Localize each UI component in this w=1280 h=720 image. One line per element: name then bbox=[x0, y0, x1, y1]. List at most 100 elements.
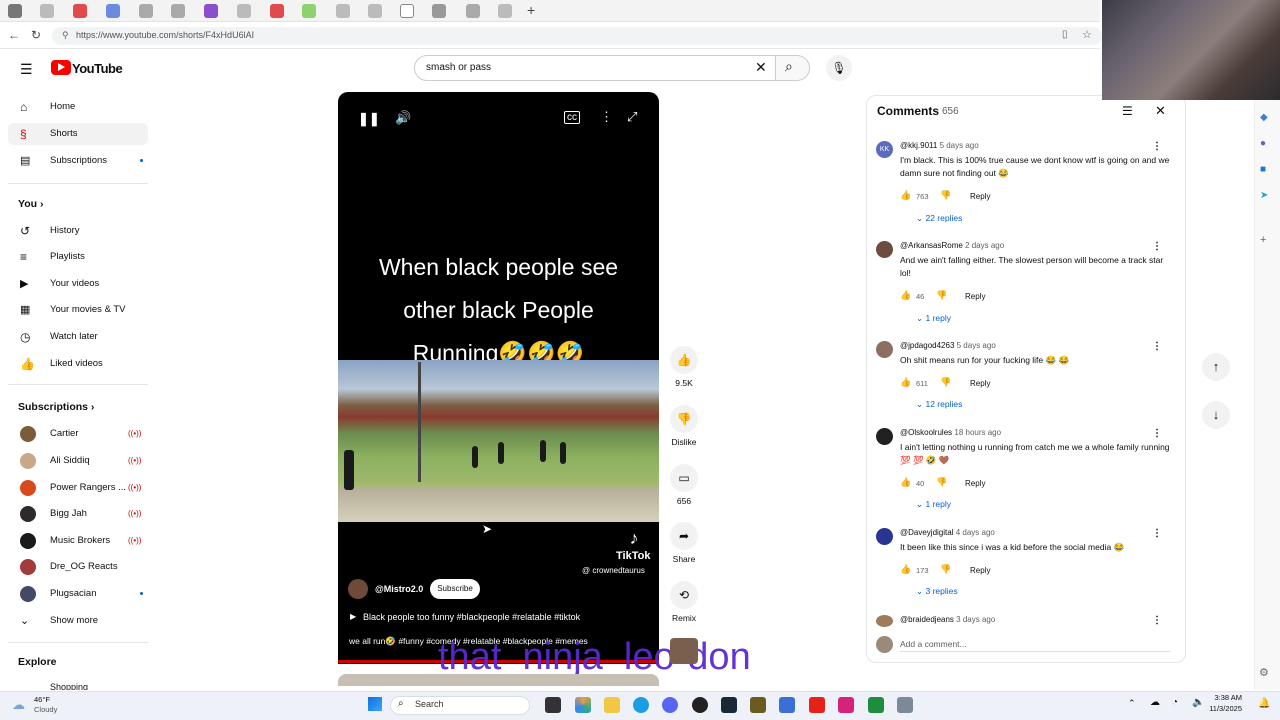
outlook-icon[interactable]: ■ bbox=[1260, 164, 1266, 175]
sidebar-item-home[interactable]: ⌂ Home bbox=[8, 96, 148, 118]
sidebar-sub-dre-og-reacts[interactable]: Dre_OG Reacts bbox=[8, 556, 148, 578]
sidebar-sub-bigg-jah[interactable]: Bigg Jah ((•)) bbox=[8, 503, 148, 525]
reader-icon[interactable]: ▯ bbox=[1062, 29, 1068, 40]
avatar[interactable] bbox=[876, 528, 893, 545]
previous-short-button[interactable]: ↑ bbox=[1202, 353, 1230, 381]
thumbs-down-icon[interactable]: 👎 bbox=[940, 190, 951, 201]
comments-button[interactable]: ▭ 656 bbox=[669, 464, 699, 506]
subscriptions-heading[interactable]: Subscriptions › bbox=[18, 401, 94, 413]
more-options-icon[interactable]: ⋮ bbox=[1152, 141, 1162, 152]
favorite-icon[interactable]: ☆ bbox=[1082, 28, 1092, 41]
refresh-icon[interactable]: ↻ bbox=[31, 28, 41, 42]
more-options-icon[interactable]: ⋮ bbox=[1152, 428, 1162, 439]
clock-date[interactable]: 11/3/2025 bbox=[1206, 704, 1242, 713]
tab-icon[interactable] bbox=[270, 4, 284, 18]
tray-chevron-icon[interactable]: ⌃ bbox=[1128, 698, 1136, 709]
tab-icon[interactable] bbox=[432, 4, 446, 18]
sidebar-sub-power-rangers[interactable]: Power Rangers ... ((•)) bbox=[8, 477, 148, 499]
speaker-tab-icon[interactable] bbox=[400, 4, 414, 18]
voice-search-icon[interactable]: 🎙 bbox=[826, 55, 852, 81]
copilot-icon[interactable]: ◆ bbox=[1260, 112, 1268, 123]
tab-icon[interactable] bbox=[139, 4, 153, 18]
sidebar-item-shopping[interactable]: Shopping bbox=[50, 682, 88, 690]
site-info-icon[interactable]: ⚲ bbox=[62, 30, 69, 41]
onedrive-icon[interactable]: ☁ bbox=[1150, 697, 1160, 708]
menu-icon[interactable]: ☰ bbox=[20, 61, 33, 78]
channel-name[interactable]: @Mistro2.0 bbox=[375, 584, 423, 594]
sidebar-sub-music-brokers[interactable]: Music Brokers ((•)) bbox=[8, 530, 148, 552]
show-more-button[interactable]: ⌄ Show more bbox=[8, 610, 148, 632]
tab-icon[interactable] bbox=[8, 4, 22, 18]
avatar[interactable] bbox=[876, 341, 893, 358]
app-icon[interactable] bbox=[750, 697, 766, 713]
sidebar-sub-plugsacian[interactable]: Plugsacian bbox=[8, 583, 148, 605]
windows-start-icon[interactable] bbox=[368, 697, 382, 711]
tab-icon[interactable] bbox=[237, 4, 251, 18]
next-short-preview[interactable] bbox=[338, 674, 659, 686]
reply-button[interactable]: Reply bbox=[970, 379, 990, 388]
add-sidebar-icon[interactable]: + bbox=[1260, 234, 1266, 246]
sidebar-item-watch-later[interactable]: ◷ Watch later bbox=[8, 326, 148, 348]
tab-icon[interactable] bbox=[171, 4, 185, 18]
avatar[interactable] bbox=[876, 615, 893, 627]
tiktok-app-icon[interactable] bbox=[838, 697, 854, 713]
dislike-button[interactable]: 👎 Dislike bbox=[665, 405, 703, 447]
thumbs-up-icon[interactable]: 👍 bbox=[900, 377, 911, 388]
clear-search-icon[interactable]: ✕ bbox=[755, 59, 767, 76]
reply-button[interactable]: Reply bbox=[970, 192, 990, 201]
captions-icon[interactable]: cc bbox=[564, 111, 580, 124]
comment-author[interactable]: @kkj.9011 5 days ago bbox=[900, 141, 979, 150]
tab-icon[interactable] bbox=[302, 4, 316, 18]
edge-icon[interactable] bbox=[633, 697, 649, 713]
view-replies-button[interactable]: ⌄ 3 replies bbox=[916, 586, 958, 597]
sort-icon[interactable]: ☰ bbox=[1122, 104, 1133, 118]
sidebar-item-subscriptions[interactable]: ▤ Subscriptions bbox=[8, 150, 148, 172]
comment-author[interactable]: @braidedjeans 3 days ago bbox=[900, 615, 995, 624]
app-icon[interactable] bbox=[779, 697, 795, 713]
back-icon[interactable]: ← bbox=[8, 28, 20, 42]
notifications-icon[interactable]: 🔔 bbox=[1258, 698, 1270, 709]
reply-button[interactable]: Reply bbox=[970, 566, 990, 575]
like-button[interactable]: 👍 9.5K bbox=[669, 346, 699, 388]
steam-icon[interactable] bbox=[721, 697, 737, 713]
thumbs-down-icon[interactable]: 👎 bbox=[940, 564, 951, 575]
youtube-logo-text[interactable]: YouTube bbox=[72, 61, 123, 76]
tab-icon[interactable] bbox=[336, 4, 350, 18]
excel-icon[interactable] bbox=[868, 697, 884, 713]
comment-author[interactable]: @Daveyjdigital 4 days ago bbox=[900, 528, 995, 537]
sidebar-sub-cartier[interactable]: Cartier ((•)) bbox=[8, 423, 148, 445]
obs-icon[interactable] bbox=[692, 697, 708, 713]
app-icon[interactable] bbox=[575, 697, 591, 713]
tab-icon[interactable] bbox=[466, 4, 480, 18]
thumbs-up-icon[interactable]: 👍 bbox=[900, 190, 911, 201]
view-replies-button[interactable]: ⌄ 12 replies bbox=[916, 399, 962, 410]
sidebar-item-your-videos[interactable]: ▶ Your videos bbox=[8, 273, 148, 295]
expand-description-icon[interactable]: ▶ bbox=[350, 612, 356, 621]
weather-icon[interactable]: ☁ bbox=[12, 697, 25, 713]
more-options-icon[interactable]: ⋮ bbox=[1152, 615, 1162, 626]
close-icon[interactable]: ✕ bbox=[1155, 103, 1166, 119]
more-options-icon[interactable]: ⋮ bbox=[600, 109, 613, 125]
next-short-button[interactable]: ↓ bbox=[1202, 401, 1230, 429]
file-explorer-icon[interactable] bbox=[604, 697, 620, 713]
wifi-icon[interactable]: ◔ bbox=[1172, 697, 1178, 708]
taskbar-search[interactable] bbox=[390, 696, 530, 715]
pause-icon[interactable]: ❚❚ bbox=[358, 111, 380, 127]
tab-icon[interactable] bbox=[73, 4, 87, 18]
subscribe-button[interactable]: Subscribe bbox=[430, 579, 480, 599]
more-options-icon[interactable]: ⋮ bbox=[1152, 341, 1162, 352]
search-button[interactable] bbox=[776, 55, 810, 81]
new-tab-icon[interactable]: + bbox=[527, 2, 535, 18]
speaker-icon[interactable]: 🔈 bbox=[1192, 697, 1204, 708]
comment-author[interactable]: @ArkansasRome 2 days ago bbox=[900, 241, 1004, 250]
clock-time[interactable]: 3:38 AM bbox=[1206, 693, 1242, 702]
tab-icon[interactable] bbox=[106, 4, 120, 18]
sidebar-item-history[interactable]: ↺ History bbox=[8, 220, 148, 242]
thumbs-down-icon[interactable]: 👎 bbox=[936, 477, 947, 488]
thumbs-down-icon[interactable]: 👎 bbox=[940, 377, 951, 388]
comment-author[interactable]: @Olskoolrules 18 hours ago bbox=[900, 428, 1001, 437]
extension-icon[interactable]: ● bbox=[1260, 138, 1266, 149]
telegram-icon[interactable]: ➤ bbox=[1260, 190, 1268, 201]
avatar[interactable]: KK bbox=[876, 141, 893, 158]
tab-icon[interactable] bbox=[40, 4, 54, 18]
